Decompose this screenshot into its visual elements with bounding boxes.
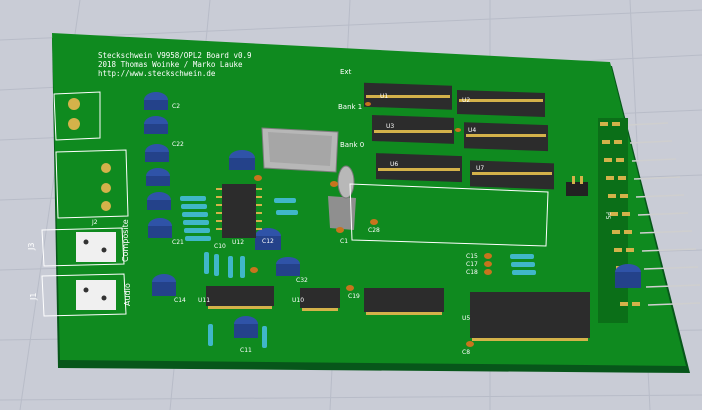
- ref-u3: U3: [386, 123, 394, 130]
- pcb-3d-render: Steckschwein V9958/OPL2 Board v0.9 2018 …: [0, 0, 702, 410]
- ram-chip-bank1-a: [372, 114, 454, 144]
- silk-line-2: 2018 Thomas Woinke / Marko Lauke: [98, 60, 243, 69]
- ref-u12: U12: [232, 239, 244, 246]
- label-j3: J3: [27, 243, 36, 251]
- ref-c22: C22: [172, 141, 184, 148]
- label-j2: J2: [91, 219, 98, 226]
- ref-u5: U5: [462, 315, 470, 322]
- ref-c32: C32: [296, 277, 308, 284]
- label-j1: J1: [29, 293, 38, 301]
- crystal-oscillator: [261, 127, 339, 173]
- ref-c12: C12: [262, 238, 274, 245]
- ref-u11: U11: [198, 297, 210, 304]
- ic-opl2: [364, 288, 444, 315]
- bank-label-1: Bank 1: [338, 103, 362, 111]
- ref-u6: U6: [390, 161, 398, 168]
- silk-line-1: Steckschwein V9958/OPL2 Board v0.9: [98, 51, 252, 60]
- ic-u5-large: [470, 292, 590, 341]
- ref-u4: U4: [468, 127, 476, 134]
- ref-c2: C2: [172, 103, 180, 110]
- electrolytic-cap-c32: [276, 257, 300, 276]
- label-p5: P5: [604, 212, 611, 220]
- ref-c1: C1: [340, 238, 348, 245]
- ref-c8: C8: [462, 349, 470, 356]
- bank-label-0: Bank 0: [340, 141, 364, 149]
- label-composite: Composite: [121, 219, 130, 262]
- ref-u10: U10: [292, 297, 304, 304]
- electrolytic-cap-right: [615, 264, 641, 288]
- electrolytic-cap-c11: [234, 316, 258, 338]
- ref-c14: C14: [174, 297, 186, 304]
- ref-c17: C17: [466, 261, 478, 268]
- ref-c10: C10: [214, 243, 226, 250]
- bank-label-ext: Ext: [340, 68, 352, 76]
- ref-c28: C28: [368, 227, 380, 234]
- label-audio: Audio: [123, 283, 132, 306]
- ref-c18: C18: [466, 269, 478, 276]
- ic-u10: [300, 288, 340, 311]
- ref-c15: C15: [466, 253, 478, 260]
- electrolytic-cap-c-top: [229, 150, 255, 170]
- ref-c21: C21: [172, 239, 184, 246]
- ref-u2: U2: [462, 97, 470, 104]
- resistors-right-group: [510, 254, 536, 275]
- ref-u7: U7: [476, 165, 484, 172]
- ic-u11: [206, 286, 274, 309]
- ref-c11: C11: [240, 347, 252, 354]
- ram-chip-bank0-a: [376, 153, 462, 183]
- silk-line-3: http://www.steckschwein.de: [98, 69, 216, 78]
- ref-c19: C19: [348, 293, 360, 300]
- electrolytic-cap-c14: [152, 274, 176, 296]
- ic-video-chip: [216, 184, 262, 238]
- ref-u1: U1: [380, 93, 388, 100]
